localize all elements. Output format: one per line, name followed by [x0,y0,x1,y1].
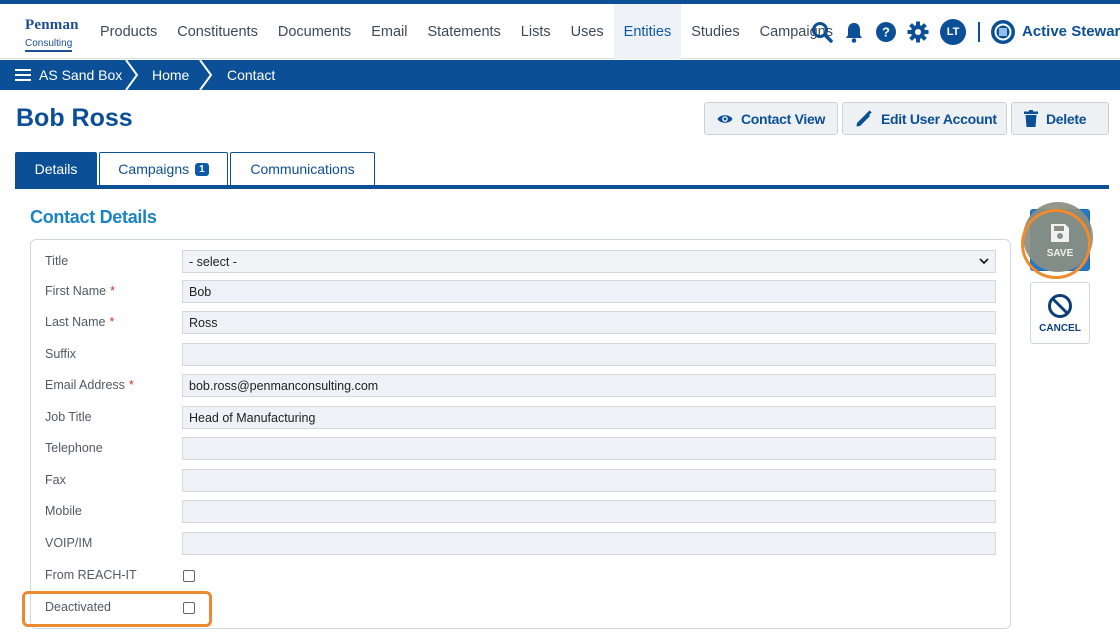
from-reachit-label: From REACH-IT [45,568,137,582]
nav-documents[interactable]: Documents [268,4,361,59]
mobile-row: Mobile [31,500,1012,524]
pencil-icon [856,109,872,126]
contact-view-button[interactable]: Contact View [704,102,838,135]
last-name-row: Last Name * Ross [31,311,1012,335]
save-highlight-ring [1021,209,1091,279]
fax-label: Fax [45,473,66,487]
breadcrumb-menu[interactable]: AS Sand Box [15,60,122,90]
contact-details-form: Title - select - First Name * Bob Last Na… [30,239,1011,629]
tab-campaigns[interactable]: Campaigns 1 [99,152,228,185]
nav-statements[interactable]: Statements [417,4,510,59]
tab-communications[interactable]: Communications [230,152,375,185]
last-name-label: Last Name * [45,315,114,329]
nav-constituents[interactable]: Constituents [167,4,268,59]
section-title: Contact Details [30,207,157,227]
cancel-label: CANCEL [1039,322,1081,334]
gear-icon[interactable] [906,20,930,44]
edit-user-account-button[interactable]: Edit User Account [842,102,1007,135]
title-select-value: - select - [189,255,237,269]
breadcrumb-current: Contact [227,67,276,83]
telephone-label: Telephone [45,441,103,455]
required-mark: * [110,284,115,298]
svg-text:?: ? [882,24,890,39]
email-label-text: Email Address [45,378,125,392]
voip-row: VOIP/IM [31,532,1012,556]
breadcrumb-chevron-icon [125,60,139,90]
breadcrumb-home[interactable]: Home [152,60,189,90]
user-avatar[interactable]: LT [940,18,966,45]
tab-underline [15,185,1109,189]
hamburger-icon [15,69,31,81]
page-title: Bob Ross [16,104,133,132]
tab-campaigns-label: Campaigns [118,161,190,177]
mobile-label: Mobile [45,504,82,518]
edit-user-account-label: Edit User Account [881,110,997,127]
tab-communications-label: Communications [250,161,355,177]
divider [978,21,980,42]
delete-label: Delete [1046,110,1087,127]
from-reachit-row: From REACH-IT [31,564,1012,588]
from-reachit-checkbox[interactable] [183,570,195,582]
email-label: Email Address * [45,378,134,392]
title-row: Title - select - [31,250,1012,274]
chevron-down-icon [979,258,989,265]
nav-lists[interactable]: Lists [511,4,561,59]
job-title-label: Job Title [45,410,92,424]
email-field[interactable]: bob.ross@penmanconsulting.com [182,374,996,397]
first-name-field[interactable]: Bob [182,280,996,303]
suffix-field[interactable] [182,343,996,366]
voip-label: VOIP/IM [45,536,93,550]
breadcrumb-menu-label: AS Sand Box [39,67,123,83]
brand-logo-icon [991,19,1015,44]
required-mark: * [109,315,115,329]
title-select[interactable]: - select - [182,250,996,273]
tab-details-label: Details [34,161,78,177]
required-mark: * [128,378,134,392]
job-title-field[interactable]: Head of Manufacturing [182,406,996,429]
suffix-label: Suffix [45,347,77,361]
nav-studies[interactable]: Studies [681,4,749,59]
nav-email[interactable]: Email [361,4,417,59]
suffix-row: Suffix [31,343,1012,367]
last-name-label-text: Last Name [45,315,106,329]
voip-field[interactable] [182,532,996,555]
cancel-button[interactable]: CANCEL [1030,282,1090,344]
cancel-icon [1048,293,1072,318]
breadcrumb: AS Sand Box Home Contact [0,60,1120,90]
campaigns-count-badge: 1 [195,162,209,176]
fax-field[interactable] [182,469,996,492]
nav-products[interactable]: Products [90,4,167,59]
telephone-row: Telephone [31,437,1012,461]
top-navbar: Penman Consulting Products Constituents … [0,0,1120,59]
search-icon[interactable] [810,20,834,44]
help-icon[interactable]: ? [874,20,898,44]
telephone-field[interactable] [182,437,996,460]
email-row: Email Address * bob.ross@penmanconsulting… [31,374,1012,398]
job-title-row: Job Title Head of Manufacturing [31,406,1012,430]
main-nav: Products Constituents Documents Email St… [90,4,843,59]
nav-entities[interactable]: Entities [613,4,682,59]
trash-icon [1024,110,1038,127]
penman-logo[interactable]: Penman Consulting [25,17,81,52]
contact-view-label: Contact View [741,110,826,127]
eye-icon [717,114,733,123]
title-label: Title [45,254,69,268]
brand-name: Active Steward [1022,23,1120,40]
deactivated-highlight [22,591,212,627]
mobile-field[interactable] [182,500,996,523]
delete-button[interactable]: Delete [1011,102,1109,135]
nav-uses[interactable]: Uses [561,4,614,59]
tab-details[interactable]: Details [15,152,97,185]
first-name-label: First Name * [45,284,115,298]
fax-row: Fax [31,469,1012,493]
breadcrumb-chevron-icon [199,60,213,90]
logo-line1: Penman [25,17,79,33]
first-name-label-text: First Name [45,284,107,298]
last-name-field[interactable]: Ross [182,311,996,334]
first-name-row: First Name * Bob [31,280,1012,304]
brand[interactable]: Active Steward [990,19,1120,45]
bell-icon[interactable] [842,20,866,44]
top-icons: ? LT Active Steward [810,4,1120,59]
logo-line2: Consulting [25,38,73,52]
